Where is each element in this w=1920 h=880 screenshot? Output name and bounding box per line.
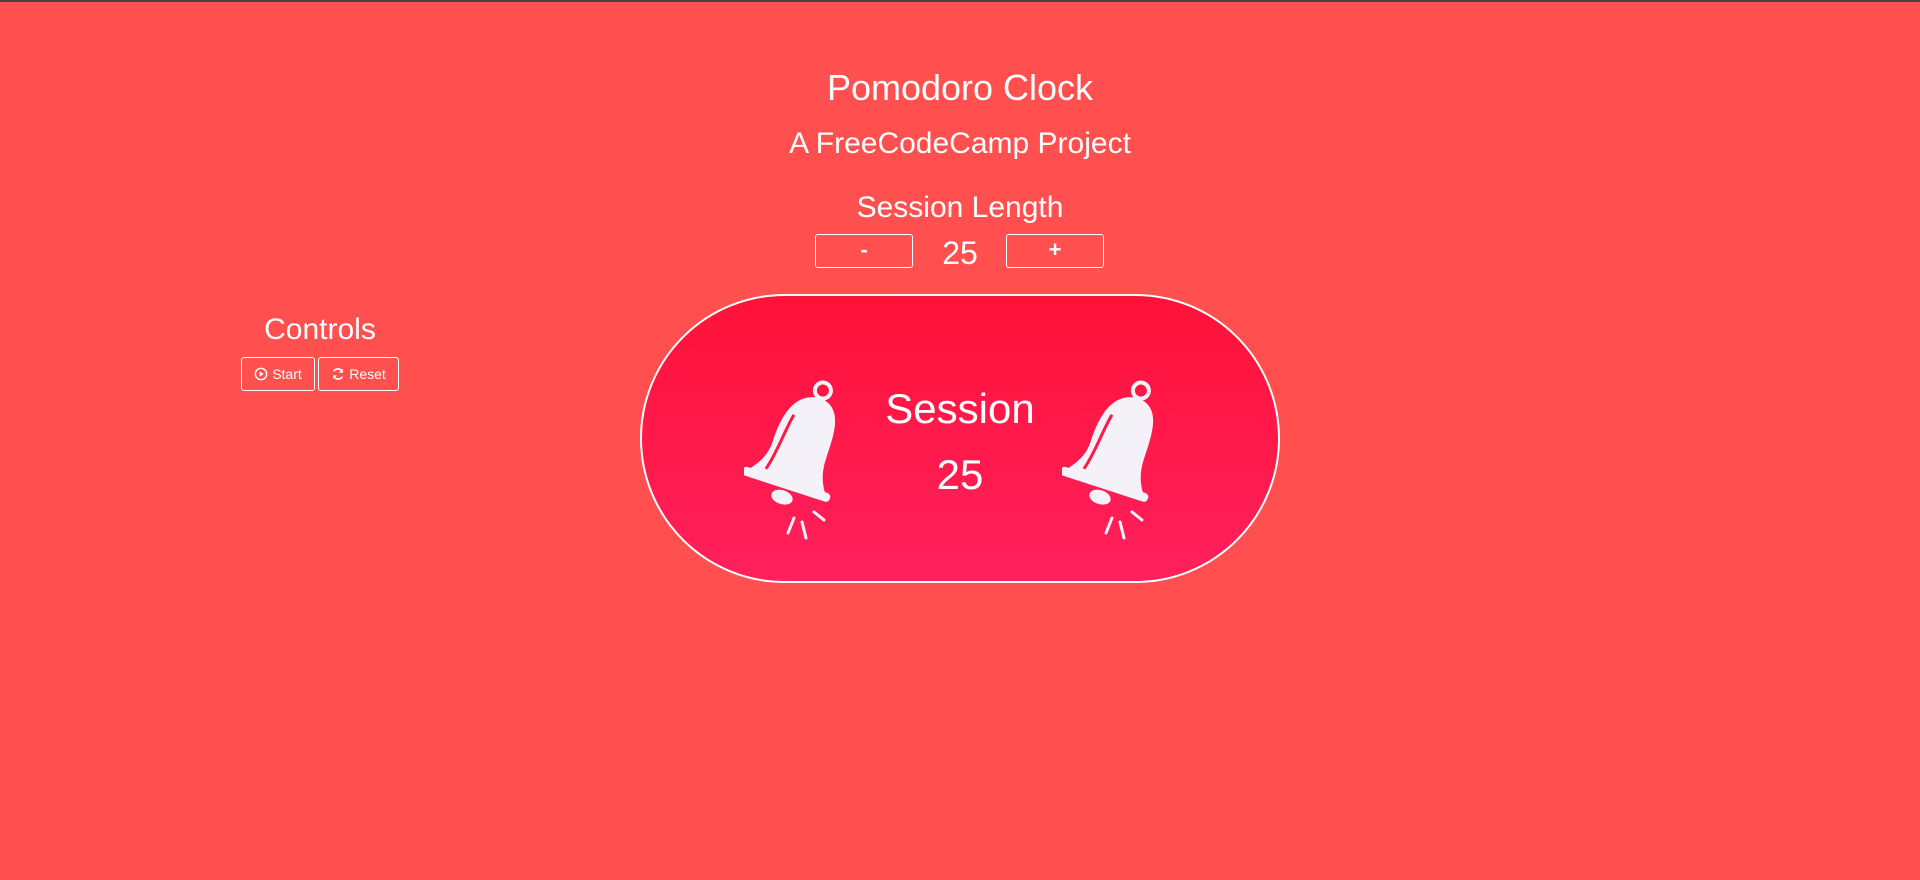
refresh-icon	[333, 368, 344, 380]
start-button[interactable]: Start	[241, 357, 315, 391]
controls-label: Controls	[264, 313, 376, 346]
session-length-label: Session Length	[856, 191, 1064, 224]
page-subtitle: A FreeCodeCamp Project	[789, 127, 1131, 160]
reset-button[interactable]: Reset	[318, 357, 399, 391]
play-circle-icon	[254, 367, 268, 381]
bell-icon	[1062, 380, 1154, 540]
increment-session-button[interactable]: +	[1006, 234, 1104, 268]
clock-label: Session	[885, 385, 1035, 432]
start-button-label: Start	[272, 366, 302, 382]
session-clock[interactable]: Session 25	[640, 294, 1280, 583]
session-length-value: 25	[942, 235, 978, 271]
clock-value: 25	[936, 451, 984, 498]
reset-button-label: Reset	[349, 366, 386, 382]
top-border	[0, 0, 1920, 2]
page-title: Pomodoro Clock	[826, 67, 1094, 108]
decrement-session-button[interactable]: -	[815, 234, 913, 268]
